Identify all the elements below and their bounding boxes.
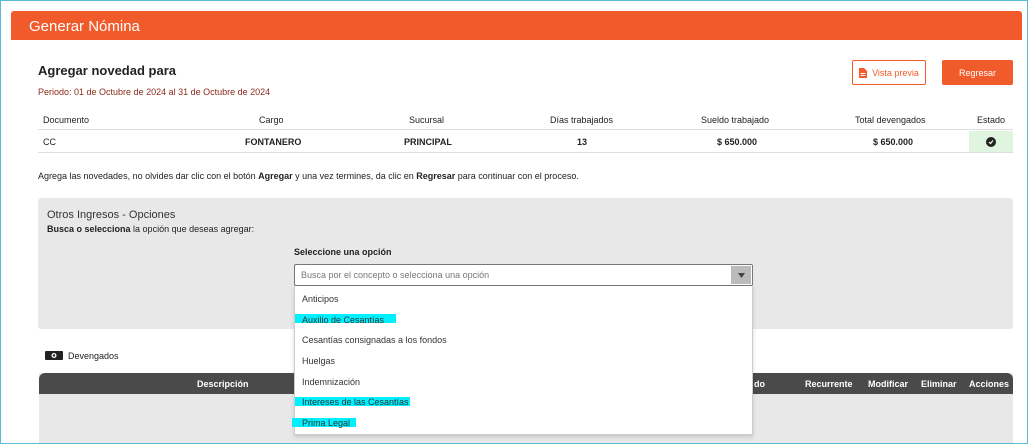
cell-total: $ 650.000 — [873, 137, 914, 147]
cell-cargo: FONTANERO — [245, 137, 302, 147]
caret-down-icon[interactable] — [731, 266, 751, 284]
employee-table: Documento Cargo Sucursal Días trabajados… — [38, 110, 1013, 153]
dropdown-option[interactable]: Cesantías consignadas a los fondos — [302, 335, 447, 345]
dropdown-option[interactable]: Anticipos — [302, 294, 339, 304]
panel-subtitle: Busca o selecciona la opción que deseas … — [47, 224, 254, 234]
instructions-text: Agrega las novedades, no olvides dar cli… — [38, 171, 579, 181]
panel-subtitle-bold: Busca o selecciona — [47, 224, 131, 234]
option-dropdown: Anticipos Auxilio de Cesantías Cesantías… — [292, 286, 753, 435]
col-eliminar: Eliminar — [921, 379, 957, 389]
cell-sucursal: PRINCIPAL — [404, 137, 452, 147]
page-header: Generar Nómina — [11, 11, 1022, 40]
hint-part: para continuar con el proceso. — [455, 171, 579, 181]
dropdown-option[interactable]: Intereses de las Cesantías — [302, 397, 409, 407]
col-partial: do — [754, 379, 765, 389]
preview-button[interactable]: Vista previa — [852, 60, 926, 85]
option-select[interactable]: Busca por el concepto o selecciona una o… — [294, 264, 753, 286]
select-placeholder: Busca por el concepto o selecciona una o… — [301, 270, 490, 280]
col-cargo: Cargo — [259, 115, 284, 125]
money-icon — [45, 351, 63, 360]
devengados-section: Devengados — [45, 350, 119, 361]
hint-bold-agregar: Agregar — [258, 171, 293, 181]
col-estado: Estado — [977, 115, 1006, 125]
col-descripcion: Descripción — [197, 379, 249, 389]
table-header: Documento Cargo Sucursal Días trabajados… — [38, 110, 1013, 130]
dropdown-option[interactable]: Huelgas — [302, 356, 335, 366]
hint-bold-regresar: Regresar — [416, 171, 456, 181]
col-recurrente: Recurrente — [805, 379, 853, 389]
col-documento: Documento — [43, 115, 90, 125]
select-label: Seleccione una opción — [294, 247, 392, 257]
devengados-label: Devengados — [68, 350, 119, 361]
dropdown-option[interactable]: Prima Legal — [302, 418, 350, 428]
dropdown-option[interactable]: Auxilio de Cesantías — [302, 315, 384, 325]
col-modificar: Modificar — [868, 379, 909, 389]
panel-subtitle-rest: la opción que deseas agregar: — [130, 224, 255, 234]
dropdown-option[interactable]: Indemnización — [302, 377, 360, 387]
col-acciones: Acciones — [969, 379, 1010, 389]
page-title: Generar Nómina — [29, 18, 140, 35]
pdf-icon — [859, 67, 868, 78]
col-total: Total devengados — [855, 115, 926, 125]
cell-sueldo: $ 650.000 — [717, 137, 758, 147]
section-title: Agregar novedad para — [38, 63, 176, 78]
cell-estado — [969, 131, 1013, 152]
check-circle-icon — [986, 136, 996, 147]
panel-title: Otros Ingresos - Opciones — [47, 209, 176, 221]
col-sucursal: Sucursal — [409, 115, 445, 125]
col-dias: Días trabajados — [550, 115, 614, 125]
preview-button-label: Vista previa — [872, 67, 919, 78]
period-text: Periodo: 01 de Octubre de 2024 al 31 de … — [38, 87, 271, 97]
hint-part: y una vez termines, da clic en — [292, 171, 417, 181]
back-button[interactable]: Regresar — [942, 60, 1013, 85]
col-sueldo: Sueldo trabajado — [701, 115, 770, 125]
table-row: CC FONTANERO PRINCIPAL 13 $ 650.000 $ 65… — [38, 130, 1013, 153]
cell-documento: CC — [43, 137, 56, 147]
app-frame: Generar Nómina Agregar novedad para Peri… — [0, 0, 1028, 444]
cell-dias: 13 — [577, 137, 588, 147]
hint-part: Agrega las novedades, no olvides dar cli… — [38, 171, 259, 181]
